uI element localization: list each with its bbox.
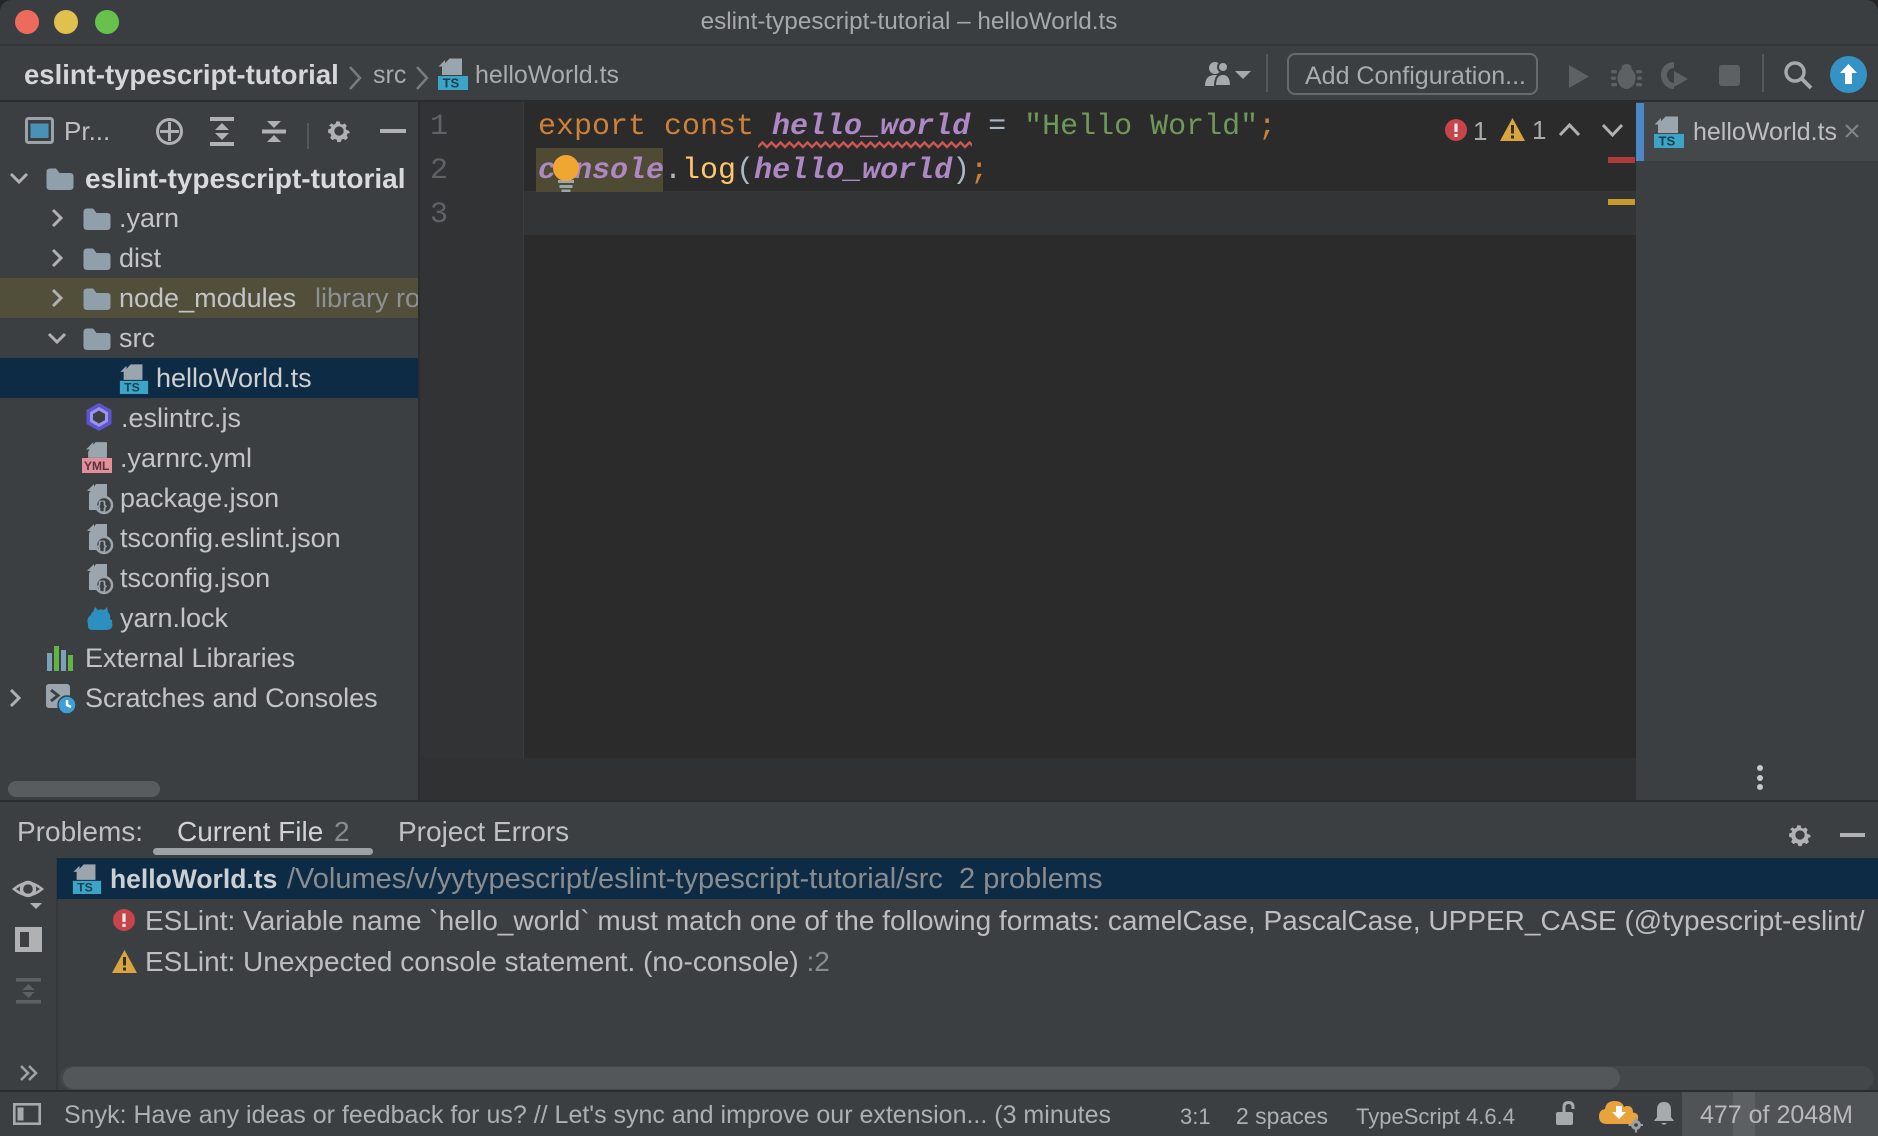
svg-text:{}: {} bbox=[97, 538, 107, 553]
svg-text:{}: {} bbox=[97, 498, 107, 513]
svg-text:{}: {} bbox=[97, 578, 107, 593]
